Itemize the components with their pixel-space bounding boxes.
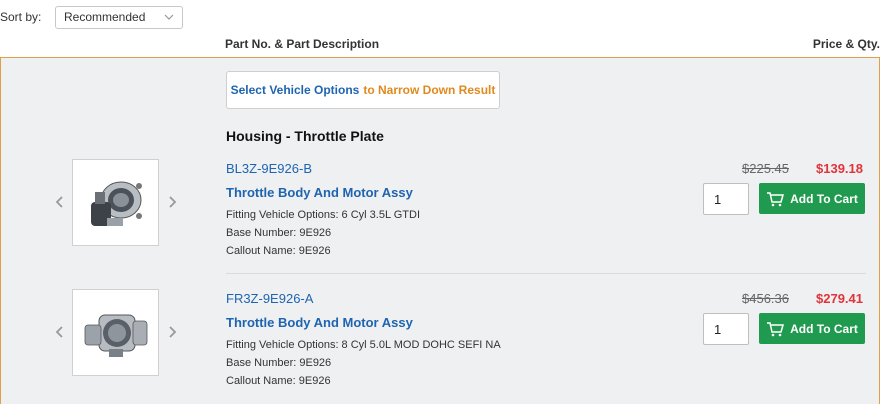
add-to-cart-button[interactable]: Add To Cart [759, 313, 865, 344]
callout-name-text: Callout Name: 9E926 [226, 245, 331, 257]
sort-selected-value: Recommended [64, 10, 146, 24]
throttle-body-image [90, 181, 142, 226]
callout-name-text: Callout Name: 9E926 [226, 375, 331, 387]
part-number-link[interactable]: BL3Z-9E926-B [226, 161, 312, 176]
base-number-text: Base Number: 9E926 [226, 227, 332, 239]
part-image[interactable] [72, 289, 159, 376]
select-vehicle-options-button[interactable]: Select Vehicle Options to Narrow Down Re… [226, 71, 500, 109]
chevron-down-icon [164, 14, 174, 20]
part-description-link[interactable]: Throttle Body And Motor Assy [226, 315, 413, 330]
chevron-left-icon[interactable] [54, 195, 66, 209]
sort-label: Sort by: [0, 10, 42, 24]
column-header-price: Price & Qty. [812, 37, 880, 51]
cart-icon [767, 191, 785, 206]
group-title: Housing - Throttle Plate [226, 128, 384, 144]
part-number-link[interactable]: FR3Z-9E926-A [226, 291, 313, 306]
sale-price: $279.41 [816, 291, 863, 306]
row-divider [226, 273, 866, 274]
add-to-cart-label: Add To Cart [790, 191, 858, 206]
add-to-cart-label: Add To Cart [790, 321, 858, 336]
quantity-input[interactable] [703, 313, 749, 345]
base-number-text: Base Number: 9E926 [226, 357, 332, 369]
quantity-input[interactable] [703, 183, 749, 215]
results-panel: Select Vehicle Options to Narrow Down Re… [0, 57, 880, 404]
chevron-right-icon[interactable] [166, 195, 178, 209]
vehicle-button-suffix-text: to Narrow Down Result [363, 83, 496, 97]
list-price: $225.45 [742, 161, 789, 176]
chevron-right-icon[interactable] [166, 325, 178, 339]
throttle-body-image [84, 314, 147, 357]
add-to-cart-button[interactable]: Add To Cart [759, 183, 865, 214]
sort-select[interactable]: Recommended [55, 5, 183, 29]
sort-bar: Sort by: Recommended [0, 5, 183, 29]
part-image[interactable] [72, 159, 159, 246]
column-header-part: Part No. & Part Description [225, 37, 380, 51]
cart-icon [767, 321, 785, 336]
list-price: $456.36 [742, 291, 789, 306]
chevron-left-icon[interactable] [54, 325, 66, 339]
vehicle-button-link-text: Select Vehicle Options [230, 83, 360, 97]
part-description-link[interactable]: Throttle Body And Motor Assy [226, 185, 413, 200]
sale-price: $139.18 [816, 161, 863, 176]
fitting-options-text: Fitting Vehicle Options: 6 Cyl 3.5L GTDI [226, 209, 421, 221]
fitting-options-text: Fitting Vehicle Options: 8 Cyl 5.0L MOD … [226, 339, 501, 351]
